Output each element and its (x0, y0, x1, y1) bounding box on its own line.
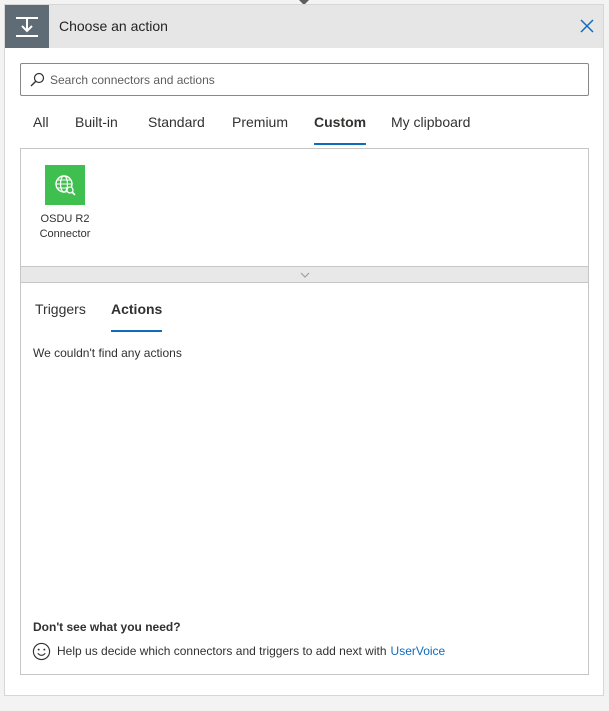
uservoice-link[interactable]: UserVoice (391, 644, 446, 658)
tab-triggers[interactable]: Triggers (35, 300, 86, 332)
card-title: Choose an action (59, 18, 168, 34)
card-header: Choose an action (5, 5, 603, 48)
insert-action-icon (16, 16, 38, 37)
tab-standard[interactable]: Standard (148, 109, 205, 145)
tab-my-clipboard[interactable]: My clipboard (391, 109, 470, 145)
close-button[interactable] (577, 16, 597, 36)
connector-label: OSDU R2 Connector (32, 212, 98, 242)
collapse-connectors-toggle[interactable] (20, 266, 589, 283)
tab-custom[interactable]: Custom (314, 109, 367, 145)
connector-label-line1: OSDU R2 (40, 213, 90, 225)
help-title: Don't see what you need? (33, 620, 181, 634)
globe-search-icon (55, 175, 76, 196)
help-feedback-row: Help us decide which connectors and trig… (32, 641, 445, 661)
actions-panel: Triggers Actions We couldn't find any ac… (20, 282, 589, 675)
close-icon (580, 19, 594, 33)
tab-built-in[interactable]: Built-in (75, 109, 118, 145)
smiley-icon (32, 642, 51, 660)
header-icon-container (5, 5, 49, 48)
connector-logo (45, 165, 85, 205)
tab-actions[interactable]: Actions (111, 300, 163, 332)
search-input[interactable] (50, 64, 580, 95)
connector-osdu-r2[interactable]: OSDU R2 Connector (32, 165, 98, 245)
help-text: Help us decide which connectors and trig… (57, 644, 387, 658)
chevron-down-icon (300, 272, 309, 278)
tab-premium[interactable]: Premium (232, 109, 288, 145)
search-box[interactable] (20, 63, 589, 96)
connectors-list: OSDU R2 Connector (20, 148, 589, 267)
tab-all[interactable]: All (33, 109, 49, 145)
connector-category-tabs: All Built-in Standard Premium Custom My … (5, 109, 603, 147)
choose-action-card: Choose an action All Built-in Standard P… (4, 4, 604, 696)
search-icon (30, 72, 45, 87)
connector-label-line2: Connector (39, 228, 91, 240)
empty-actions-message: We couldn't find any actions (33, 346, 182, 360)
